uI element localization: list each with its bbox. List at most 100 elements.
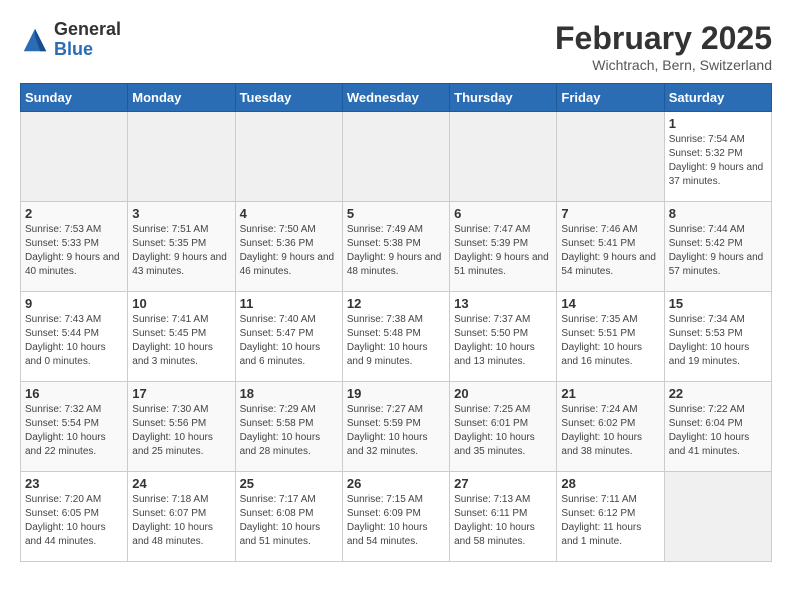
day-info: Sunrise: 7:17 AM Sunset: 6:08 PM Dayligh… [240, 493, 338, 549]
calendar-cell: 15 Sunrise: 7:34 AM Sunset: 5:53 PM Dayli… [664, 292, 771, 382]
day-number: 22 [669, 386, 767, 401]
day-number: 7 [561, 206, 659, 221]
logo-blue-text: Blue [54, 40, 121, 60]
calendar-header-row: SundayMondayTuesdayWednesdayThursdayFrid… [21, 84, 772, 112]
day-number: 26 [347, 476, 445, 491]
day-number: 11 [240, 296, 338, 311]
calendar-cell: 23Sunrise: 7:20 AM Sunset: 6:05 PM Dayli… [21, 472, 128, 562]
day-number: 4 [240, 206, 338, 221]
calendar-cell: 13Sunrise: 7:37 AM Sunset: 5:50 PM Dayli… [450, 292, 557, 382]
day-info: Sunrise: 7:27 AM Sunset: 5:59 PM Dayligh… [347, 403, 445, 459]
calendar-cell: 28 Sunrise: 7:11 AM Sunset: 6:12 PM Dayli… [557, 472, 664, 562]
day-number: 28 [561, 476, 659, 491]
day-number: 21 [561, 386, 659, 401]
day-number: 24 [132, 476, 230, 491]
calendar-week-row: 2 Sunrise: 7:53 AM Sunset: 5:33 PM Daylig… [21, 202, 772, 292]
calendar-cell: 25 Sunrise: 7:17 AM Sunset: 6:08 PM Dayli… [235, 472, 342, 562]
calendar-week-row: 1 Sunrise: 7:54 AM Sunset: 5:32 PM Daylig… [21, 112, 772, 202]
logo-general-text: General [54, 20, 121, 40]
calendar-cell: 4 Sunrise: 7:50 AM Sunset: 5:36 PM Daylig… [235, 202, 342, 292]
day-number: 9 [25, 296, 123, 311]
day-info: Sunrise: 7:24 AM Sunset: 6:02 PM Dayligh… [561, 403, 659, 459]
day-info: Sunrise: 7:50 AM Sunset: 5:36 PM Dayligh… [240, 223, 338, 279]
weekday-header: Monday [128, 84, 235, 112]
day-number: 25 [240, 476, 338, 491]
calendar-cell [21, 112, 128, 202]
calendar-cell [235, 112, 342, 202]
calendar-cell: 10 Sunrise: 7:41 AM Sunset: 5:45 PM Dayli… [128, 292, 235, 382]
calendar-cell: 9Sunrise: 7:43 AM Sunset: 5:44 PM Daylig… [21, 292, 128, 382]
calendar-cell: 1 Sunrise: 7:54 AM Sunset: 5:32 PM Daylig… [664, 112, 771, 202]
day-info: Sunrise: 7:49 AM Sunset: 5:38 PM Dayligh… [347, 223, 445, 279]
calendar-cell: 7 Sunrise: 7:46 AM Sunset: 5:41 PM Daylig… [557, 202, 664, 292]
day-number: 12 [347, 296, 445, 311]
calendar-week-row: 9Sunrise: 7:43 AM Sunset: 5:44 PM Daylig… [21, 292, 772, 382]
day-info: Sunrise: 7:51 AM Sunset: 5:35 PM Dayligh… [132, 223, 230, 279]
calendar-cell: 5 Sunrise: 7:49 AM Sunset: 5:38 PM Daylig… [342, 202, 449, 292]
day-info: Sunrise: 7:37 AM Sunset: 5:50 PM Dayligh… [454, 313, 552, 369]
weekday-header: Friday [557, 84, 664, 112]
calendar-cell: 11 Sunrise: 7:40 AM Sunset: 5:47 PM Dayli… [235, 292, 342, 382]
day-info: Sunrise: 7:47 AM Sunset: 5:39 PM Dayligh… [454, 223, 552, 279]
calendar-cell: 12Sunrise: 7:38 AM Sunset: 5:48 PM Dayli… [342, 292, 449, 382]
day-info: Sunrise: 7:25 AM Sunset: 6:01 PM Dayligh… [454, 403, 552, 459]
calendar-cell: 16 Sunrise: 7:32 AM Sunset: 5:54 PM Dayli… [21, 382, 128, 472]
calendar-cell: 6 Sunrise: 7:47 AM Sunset: 5:39 PM Daylig… [450, 202, 557, 292]
day-number: 17 [132, 386, 230, 401]
calendar-cell: 20Sunrise: 7:25 AM Sunset: 6:01 PM Dayli… [450, 382, 557, 472]
weekday-header: Wednesday [342, 84, 449, 112]
logo-icon [20, 25, 50, 55]
day-number: 10 [132, 296, 230, 311]
day-info: Sunrise: 7:22 AM Sunset: 6:04 PM Dayligh… [669, 403, 767, 459]
calendar-cell [450, 112, 557, 202]
day-number: 5 [347, 206, 445, 221]
day-info: Sunrise: 7:11 AM Sunset: 6:12 PM Dayligh… [561, 493, 659, 549]
weekday-header: Sunday [21, 84, 128, 112]
calendar-cell: 18Sunrise: 7:29 AM Sunset: 5:58 PM Dayli… [235, 382, 342, 472]
day-number: 1 [669, 116, 767, 131]
calendar-cell: 19 Sunrise: 7:27 AM Sunset: 5:59 PM Dayli… [342, 382, 449, 472]
day-number: 2 [25, 206, 123, 221]
day-info: Sunrise: 7:29 AM Sunset: 5:58 PM Dayligh… [240, 403, 338, 459]
title-area: February 2025 Wichtrach, Bern, Switzerla… [555, 20, 772, 73]
day-info: Sunrise: 7:40 AM Sunset: 5:47 PM Dayligh… [240, 313, 338, 369]
location-subtitle: Wichtrach, Bern, Switzerland [555, 57, 772, 73]
weekday-header: Saturday [664, 84, 771, 112]
day-info: Sunrise: 7:18 AM Sunset: 6:07 PM Dayligh… [132, 493, 230, 549]
logo: General Blue [20, 20, 121, 60]
day-number: 8 [669, 206, 767, 221]
day-info: Sunrise: 7:44 AM Sunset: 5:42 PM Dayligh… [669, 223, 767, 279]
calendar-week-row: 23Sunrise: 7:20 AM Sunset: 6:05 PM Dayli… [21, 472, 772, 562]
day-number: 3 [132, 206, 230, 221]
page-header: General Blue February 2025 Wichtrach, Be… [20, 20, 772, 73]
day-number: 14 [561, 296, 659, 311]
day-info: Sunrise: 7:15 AM Sunset: 6:09 PM Dayligh… [347, 493, 445, 549]
day-info: Sunrise: 7:13 AM Sunset: 6:11 PM Dayligh… [454, 493, 552, 549]
day-info: Sunrise: 7:41 AM Sunset: 5:45 PM Dayligh… [132, 313, 230, 369]
day-number: 16 [25, 386, 123, 401]
day-number: 15 [669, 296, 767, 311]
logo-text: General Blue [54, 20, 121, 60]
day-number: 6 [454, 206, 552, 221]
calendar-cell: 22 Sunrise: 7:22 AM Sunset: 6:04 PM Dayli… [664, 382, 771, 472]
day-info: Sunrise: 7:54 AM Sunset: 5:32 PM Dayligh… [669, 133, 767, 189]
day-info: Sunrise: 7:46 AM Sunset: 5:41 PM Dayligh… [561, 223, 659, 279]
calendar-cell [557, 112, 664, 202]
calendar-table: SundayMondayTuesdayWednesdayThursdayFrid… [20, 83, 772, 562]
calendar-cell: 26 Sunrise: 7:15 AM Sunset: 6:09 PM Dayli… [342, 472, 449, 562]
day-number: 19 [347, 386, 445, 401]
day-number: 23 [25, 476, 123, 491]
calendar-cell: 8 Sunrise: 7:44 AM Sunset: 5:42 PM Daylig… [664, 202, 771, 292]
calendar-cell [128, 112, 235, 202]
day-info: Sunrise: 7:53 AM Sunset: 5:33 PM Dayligh… [25, 223, 123, 279]
day-number: 27 [454, 476, 552, 491]
weekday-header: Thursday [450, 84, 557, 112]
day-info: Sunrise: 7:32 AM Sunset: 5:54 PM Dayligh… [25, 403, 123, 459]
calendar-cell: 3 Sunrise: 7:51 AM Sunset: 5:35 PM Daylig… [128, 202, 235, 292]
day-info: Sunrise: 7:34 AM Sunset: 5:53 PM Dayligh… [669, 313, 767, 369]
calendar-cell: 21 Sunrise: 7:24 AM Sunset: 6:02 PM Dayli… [557, 382, 664, 472]
calendar-cell: 2 Sunrise: 7:53 AM Sunset: 5:33 PM Daylig… [21, 202, 128, 292]
calendar-cell: 14Sunrise: 7:35 AM Sunset: 5:51 PM Dayli… [557, 292, 664, 382]
calendar-week-row: 16 Sunrise: 7:32 AM Sunset: 5:54 PM Dayli… [21, 382, 772, 472]
calendar-cell [664, 472, 771, 562]
